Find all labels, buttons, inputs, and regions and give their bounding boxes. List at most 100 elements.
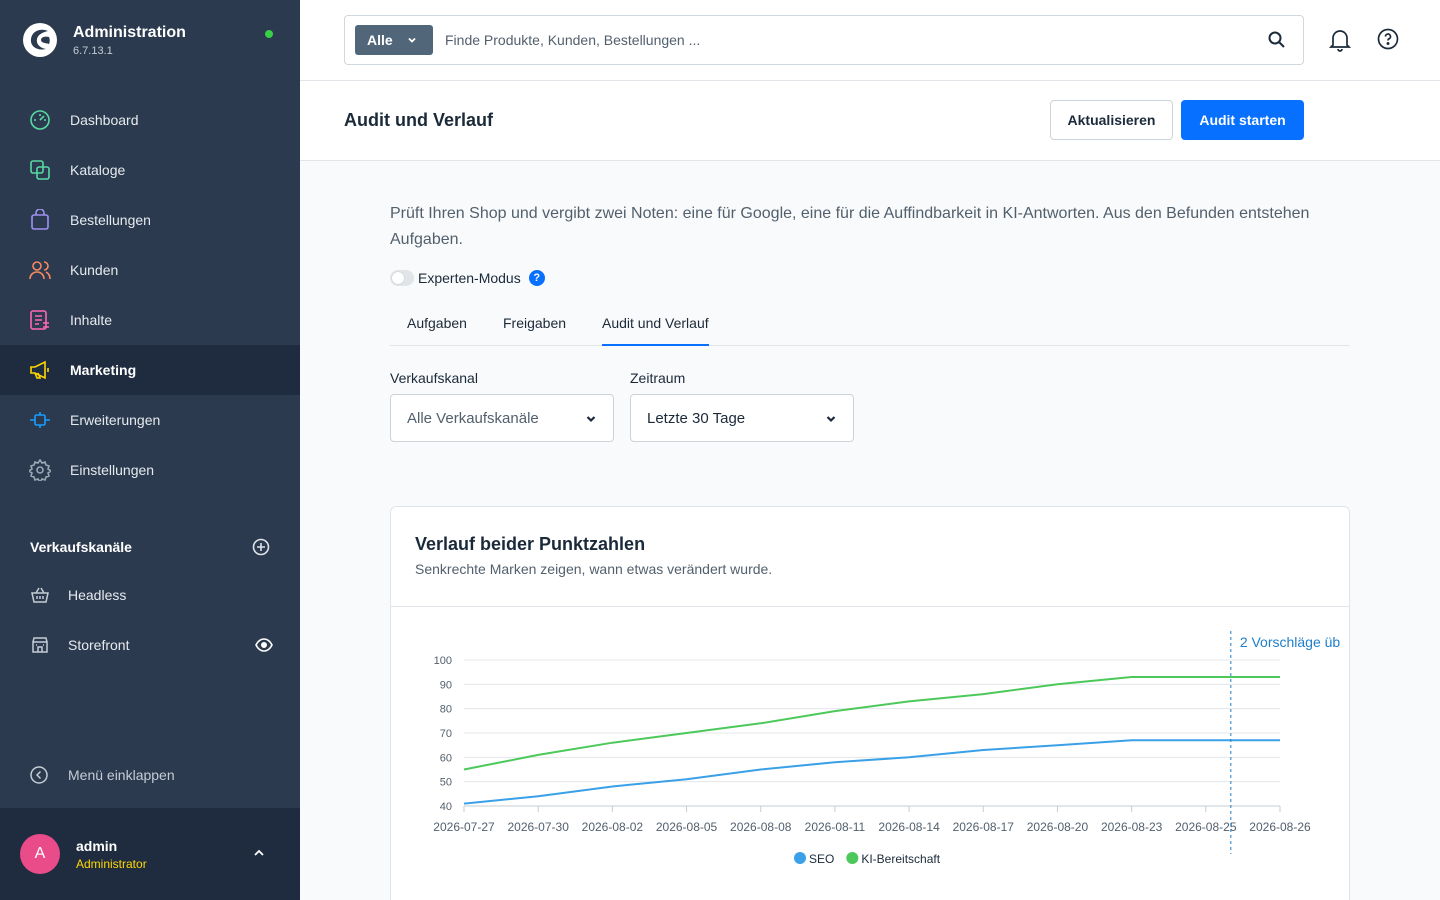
channel-label: Storefront	[68, 637, 130, 653]
card-title: Verlauf beider Punktzahlen	[415, 534, 646, 554]
expert-mode: Experten-Modus ?	[390, 270, 545, 286]
y-tick-label: 80	[440, 704, 452, 716]
x-tick-label: 2026-08-25	[1175, 820, 1237, 834]
x-tick-label: 2026-08-23	[1101, 820, 1163, 834]
series-line-seo	[463, 739, 1280, 805]
period-select-value: Letzte 30 Tage	[647, 409, 746, 427]
start-audit-button[interactable]: Audit starten	[1181, 100, 1304, 140]
x-tick-label: 2026-08-26	[1249, 820, 1311, 834]
tab-audit-verlauf[interactable]: Audit und Verlauf	[602, 315, 709, 346]
channel-select-value: Alle Verkaufskanäle	[407, 409, 539, 427]
help-badge-icon[interactable]: ?	[528, 270, 545, 286]
sidebar: Administration 6.7.13.1 Dashboard Katalo…	[0, 0, 300, 900]
add-channel-icon[interactable]	[252, 538, 270, 556]
nav-label: Erweiterungen	[70, 412, 161, 428]
legend-label: KI-Bereitschaft	[861, 852, 940, 866]
channel-label: Headless	[68, 587, 127, 603]
x-tick-label: 2026-08-14	[878, 820, 940, 834]
basket-icon	[28, 583, 52, 607]
nav-item-einstellungen[interactable]: Einstellungen	[0, 445, 300, 495]
user-text: admin Administrator	[76, 838, 147, 871]
user-name: admin	[76, 837, 118, 854]
score-history-chart: 40 50 60 70 80 90 100 2026-07-27 2026-07-30 2026-…	[433, 631, 1341, 866]
bag-icon	[28, 208, 52, 232]
x-tick-label: 2026-08-08	[730, 820, 792, 834]
card-subtitle: Senkrechte Marken zeigen, wann etwas ver…	[415, 561, 773, 577]
y-tick-label: 90	[440, 679, 452, 691]
chevron-left-circle-icon	[30, 766, 48, 784]
x-tick-label: 2026-07-27	[433, 820, 495, 834]
avatar: A	[20, 834, 60, 874]
y-tick-label: 100	[434, 655, 452, 667]
x-tick-label: 2026-08-05	[656, 820, 718, 834]
nav-label: Kunden	[70, 262, 119, 278]
y-tick-label: 40	[440, 801, 452, 813]
legend-label: SEO	[809, 852, 834, 866]
storefront-icon	[28, 633, 52, 657]
expert-mode-label: Experten-Modus	[418, 270, 521, 286]
bell-icon[interactable]	[1329, 28, 1351, 52]
help-icon[interactable]	[1377, 28, 1399, 50]
nav-label: Marketing	[70, 362, 137, 378]
expert-mode-toggle[interactable]	[390, 270, 414, 286]
channel-item-headless[interactable]: Headless	[28, 575, 273, 615]
brand-title: Administration	[73, 24, 186, 41]
refresh-button[interactable]: Aktualisieren	[1050, 100, 1173, 140]
nav-label: Kataloge	[70, 162, 126, 178]
nav-item-dashboard[interactable]: Dashboard	[0, 95, 300, 145]
intro-text: Prüft Ihren Shop und vergibt zwei Noten:…	[390, 205, 1310, 248]
users-icon	[28, 258, 52, 282]
status-dot	[265, 30, 273, 38]
nav-item-kataloge[interactable]: Kataloge	[0, 145, 300, 195]
content-icon	[28, 308, 52, 332]
plug-icon	[28, 408, 52, 432]
page-header: Audit und Verlauf Aktualisieren Audit st…	[300, 81, 1440, 161]
topbar: Alle	[300, 0, 1440, 81]
change-marker-label: 2 Vorschläge üb	[1240, 634, 1341, 650]
nav-item-marketing[interactable]: Marketing	[0, 345, 300, 395]
sales-channels-title: Verkaufskanäle	[30, 539, 132, 555]
score-history-card: Verlauf beider Punktzahlen Senkrechte Ma…	[390, 506, 1350, 900]
brand-text: Administration 6.7.13.1	[73, 23, 186, 57]
brand-version: 6.7.13.1	[73, 45, 113, 57]
nav-item-inhalte[interactable]: Inhalte	[0, 295, 300, 345]
chevron-down-icon	[586, 416, 596, 423]
catalog-icon	[28, 158, 52, 182]
nav-label: Inhalte	[70, 312, 113, 328]
brand[interactable]: Administration 6.7.13.1	[22, 22, 186, 58]
nav-label: Einstellungen	[70, 462, 155, 478]
eye-icon[interactable]	[255, 638, 273, 652]
collapse-menu-button[interactable]: Menü einklappen	[28, 764, 175, 786]
main-nav: Dashboard Kataloge Bestellungen Kunden I…	[0, 95, 300, 495]
nav-label: Dashboard	[70, 112, 139, 128]
sales-channels-header: Verkaufskanäle	[30, 538, 270, 556]
nav-item-bestellungen[interactable]: Bestellungen	[0, 195, 300, 245]
shopware-logo-icon	[23, 23, 57, 57]
megaphone-icon	[28, 358, 52, 382]
period-filter-label: Zeitraum	[630, 370, 686, 386]
legend-swatch	[794, 852, 806, 864]
global-search: Alle	[344, 15, 1304, 65]
search-type-dropdown[interactable]: Alle	[355, 25, 433, 55]
search-input[interactable]	[445, 28, 1245, 52]
user-role: Administrator	[76, 856, 147, 871]
search-icon[interactable]	[1267, 30, 1287, 50]
channel-item-storefront[interactable]: Storefront	[28, 625, 273, 665]
x-tick-label: 2026-07-30	[507, 820, 569, 834]
nav-item-kunden[interactable]: Kunden	[0, 245, 300, 295]
tab-freigaben[interactable]: Freigaben	[503, 315, 566, 346]
y-tick-label: 60	[440, 752, 452, 764]
card-header: Verlauf beider Punktzahlen Senkrechte Ma…	[391, 507, 1349, 607]
user-profile[interactable]: A admin Administrator	[0, 808, 300, 900]
tabs: Aufgaben Freigaben Audit und Verlauf	[390, 305, 1350, 346]
chevron-down-icon	[826, 416, 836, 423]
dashboard-icon	[28, 108, 52, 132]
tab-aufgaben[interactable]: Aufgaben	[407, 315, 467, 346]
x-tick-label: 2026-08-17	[953, 820, 1015, 834]
search-type-label: Alle	[367, 32, 393, 48]
channel-select[interactable]: Alle Verkaufskanäle	[390, 394, 614, 442]
chevron-up-icon[interactable]	[252, 846, 266, 860]
nav-item-erweiterungen[interactable]: Erweiterungen	[0, 395, 300, 445]
period-select[interactable]: Letzte 30 Tage	[630, 394, 854, 442]
x-tick-label: 2026-08-02	[582, 820, 644, 834]
